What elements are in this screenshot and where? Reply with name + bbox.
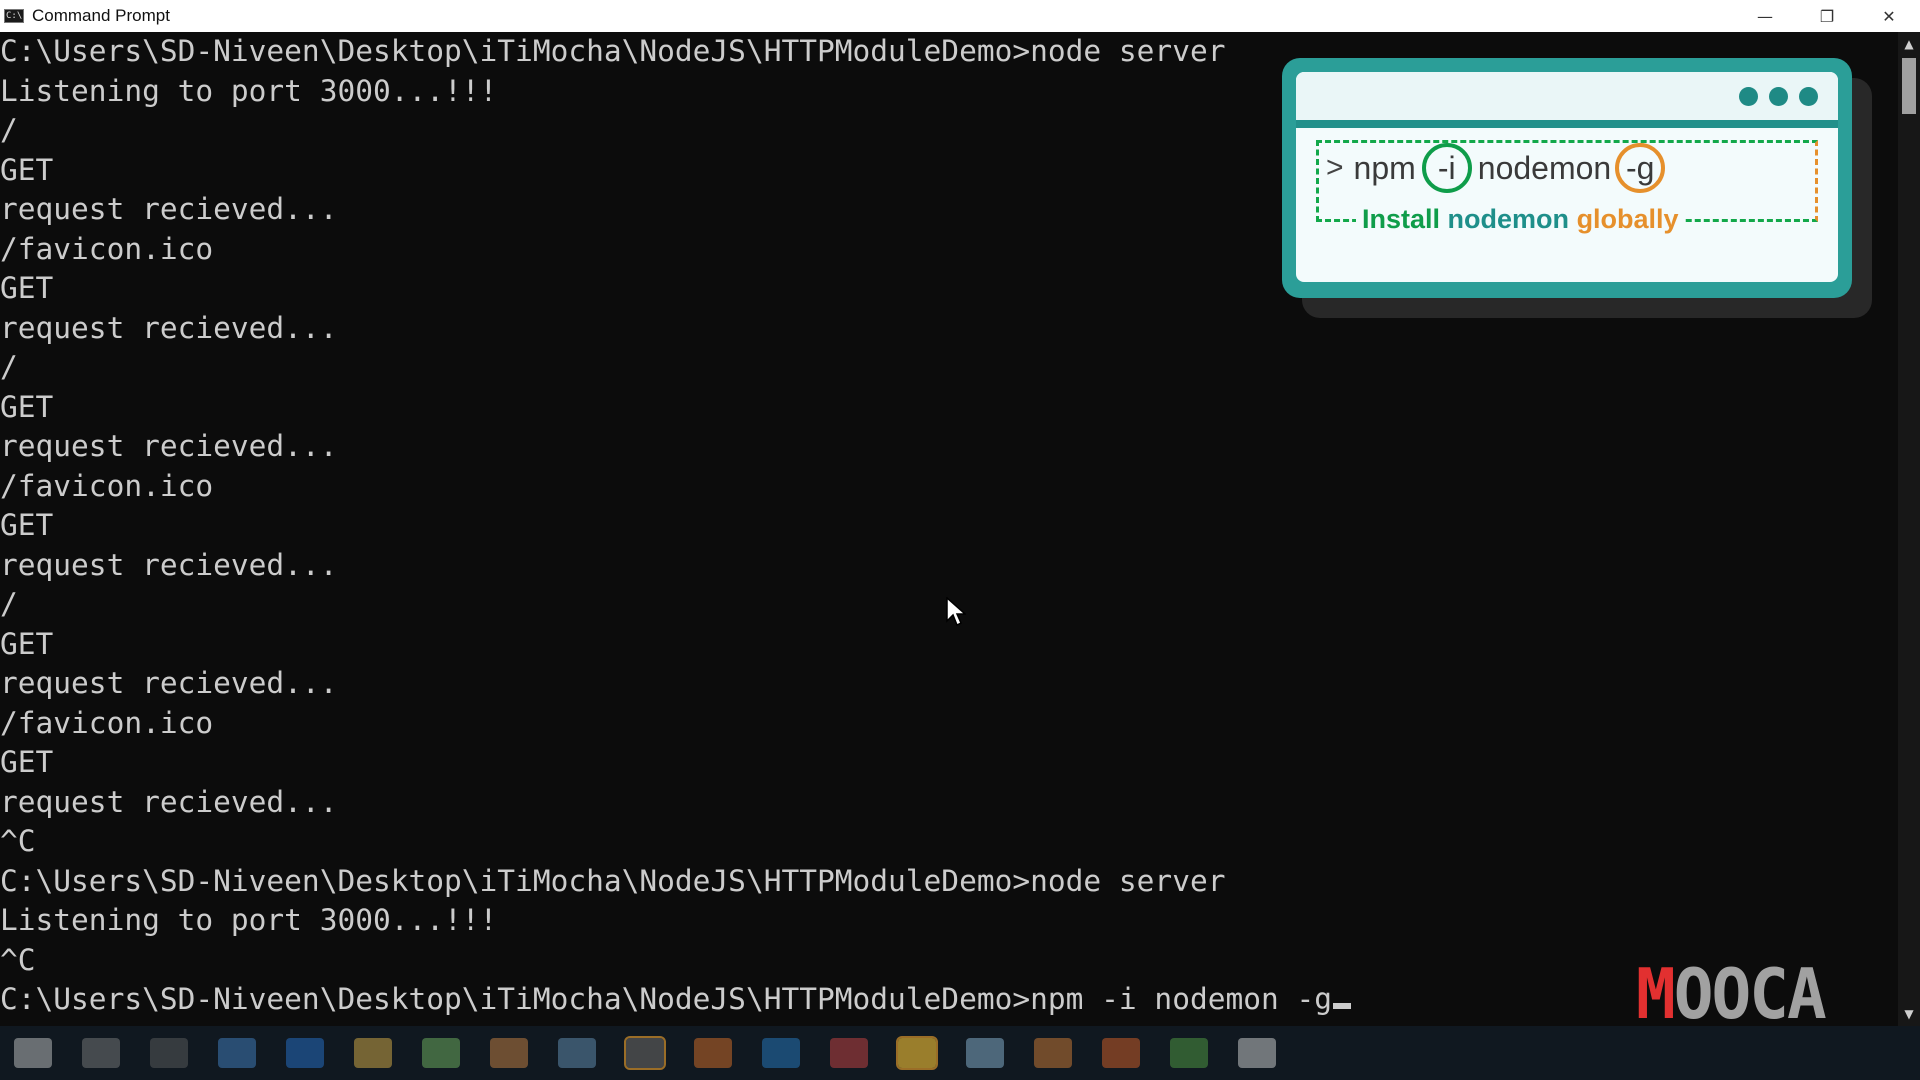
overlay-command: > npm -i nodemon -g — [1326, 142, 1666, 194]
console-input[interactable]: C:\Users\SD-Niveen\Desktop\iTiMocha\Node… — [0, 982, 1332, 1016]
scroll-down-arrow-icon[interactable]: ▼ — [1898, 1004, 1920, 1024]
console-input-line[interactable]: C:\Users\SD-Niveen\Desktop\iTiMocha\Node… — [0, 980, 1898, 1020]
task-view-icon[interactable] — [150, 1038, 188, 1068]
app-icon[interactable] — [490, 1038, 528, 1068]
logo-letters-ooca: OOCA — [1673, 954, 1827, 1035]
text-cursor — [1333, 1003, 1352, 1009]
start-icon[interactable] — [14, 1038, 52, 1068]
flag-g-circle: -g — [1615, 143, 1666, 193]
logo-letter-m: M — [1636, 954, 1676, 1035]
console-line: C:\Users\SD-Niveen\Desktop\iTiMocha\Node… — [0, 863, 1226, 898]
console-line: / — [0, 350, 18, 384]
cmd-package: nodemon — [1477, 149, 1612, 186]
caption-globally: globally — [1576, 204, 1679, 234]
console-line: GET — [0, 745, 54, 779]
taskbar — [0, 1026, 1920, 1080]
flag-i-circle: -i — [1421, 143, 1472, 193]
scrollbar[interactable]: ▲ ▼ — [1898, 32, 1920, 1026]
console-line: request recieved... — [0, 429, 338, 463]
window-dots — [1739, 87, 1818, 106]
console-line: /favicon.ico — [0, 705, 214, 740]
nodemon-tip-overlay: > npm -i nodemon -g Install nodemon glob… — [1282, 58, 1852, 298]
overlay-caption: Install nodemon globally — [1356, 204, 1685, 235]
dot-icon — [1799, 87, 1818, 106]
console-line: ^C — [0, 942, 36, 977]
console-line: request recieved... — [0, 310, 338, 345]
app-icon[interactable] — [896, 1036, 938, 1070]
console-line: ^C — [0, 824, 36, 858]
cmd-flag-i: -i — [1437, 149, 1456, 186]
cmd-flag-g: -g — [1625, 149, 1655, 186]
app-icon[interactable] — [1034, 1038, 1072, 1068]
overlay-card: > npm -i nodemon -g Install nodemon glob… — [1296, 72, 1838, 282]
chrome-icon[interactable] — [218, 1038, 256, 1068]
console-line: Listening to port 3000...!!! — [0, 903, 498, 937]
dot-icon — [1769, 87, 1788, 106]
mouse-pointer-icon — [946, 596, 967, 631]
mail-icon[interactable] — [1238, 1038, 1276, 1068]
scroll-up-arrow-icon[interactable]: ▲ — [1898, 34, 1920, 54]
scroll-thumb[interactable] — [1902, 58, 1916, 114]
excel-icon[interactable] — [422, 1038, 460, 1068]
console-line: /favicon.ico — [0, 468, 214, 503]
window-controls: — ❐ ✕ — [1734, 0, 1920, 32]
restore-button[interactable]: ❐ — [1796, 0, 1858, 32]
app-icon[interactable] — [966, 1038, 1004, 1068]
overlay-window-bar — [1296, 72, 1838, 128]
vscode-icon[interactable] — [762, 1038, 800, 1068]
app-icon[interactable] — [830, 1038, 868, 1068]
terminal-icon[interactable] — [624, 1036, 666, 1070]
caption-nodemon: nodemon — [1447, 204, 1570, 234]
chevron-right-icon: > — [1326, 151, 1344, 184]
close-button[interactable]: ✕ — [1858, 0, 1920, 32]
cmd-npm: npm — [1353, 149, 1416, 186]
window-title: Command Prompt — [32, 6, 170, 25]
console-line: request recieved... — [0, 666, 338, 700]
firefox-icon[interactable] — [694, 1038, 732, 1068]
app-icon[interactable] — [1102, 1038, 1140, 1068]
edge-icon[interactable] — [286, 1038, 324, 1068]
caption-install: Install — [1362, 204, 1441, 234]
console-line: request recieved... — [0, 547, 338, 582]
console-line: GET — [0, 389, 54, 424]
console-line: request recieved... — [0, 784, 338, 819]
title-bar[interactable]: C:\ Command Prompt — ❐ ✕ — [0, 0, 1920, 32]
command-prompt-icon: C:\ — [4, 9, 24, 23]
minimize-button[interactable]: — — [1734, 0, 1796, 32]
console-line: GET — [0, 508, 54, 542]
file-explorer-icon[interactable] — [354, 1038, 392, 1068]
mooca-logo-watermark: MOOCA — [1636, 958, 1827, 1032]
app-icon[interactable] — [558, 1038, 596, 1068]
search-icon[interactable] — [82, 1038, 120, 1068]
chrome-icon[interactable] — [1170, 1038, 1208, 1068]
dot-icon — [1739, 87, 1758, 106]
